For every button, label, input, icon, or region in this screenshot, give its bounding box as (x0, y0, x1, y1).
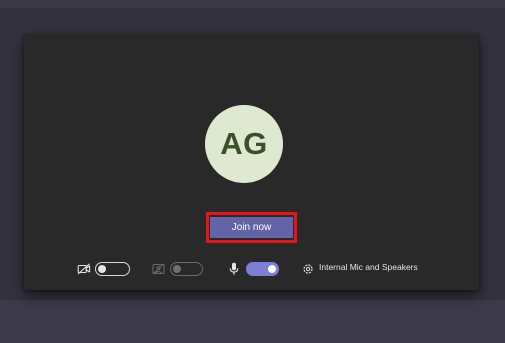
join-now-button[interactable]: Join now (210, 217, 293, 238)
microphone-icon[interactable] (229, 262, 239, 276)
background-effects-icon (152, 263, 165, 275)
camera-off-icon[interactable] (77, 263, 91, 275)
window-bottom-area (0, 300, 505, 343)
device-controls: Internal Mic and Speakers (24, 259, 479, 279)
background-toggle-knob (173, 264, 181, 273)
prejoin-panel: AG Join now Internal Mic and Speakers (24, 34, 479, 290)
audio-device-label[interactable]: Internal Mic and Speakers (319, 262, 418, 272)
window-top-strip (0, 0, 505, 8)
camera-toggle[interactable] (95, 262, 130, 276)
gear-icon[interactable] (302, 263, 314, 275)
avatar: AG (205, 105, 283, 183)
microphone-toggle[interactable] (246, 262, 279, 276)
background-effects-toggle (170, 262, 203, 276)
avatar-initials: AG (220, 126, 268, 161)
camera-toggle-knob (98, 264, 106, 273)
microphone-toggle-knob (268, 265, 276, 273)
